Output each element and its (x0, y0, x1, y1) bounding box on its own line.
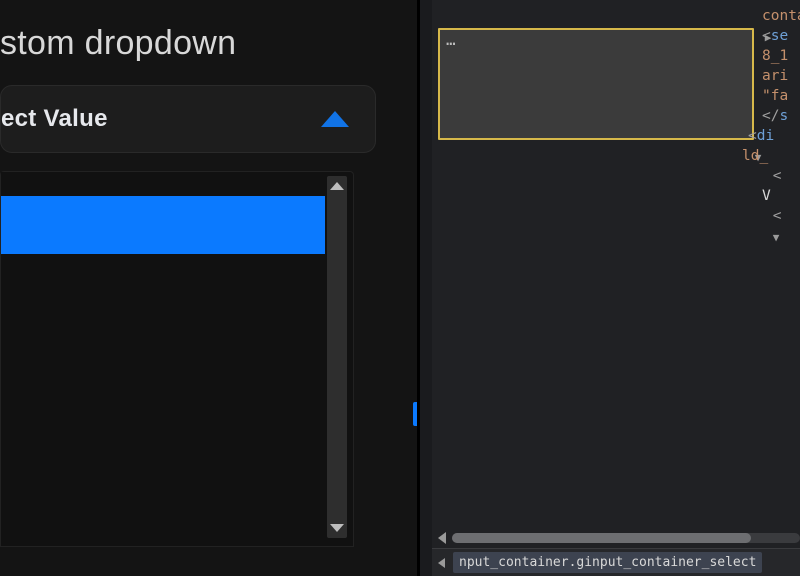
code-token: conta (762, 8, 800, 24)
code-token: 8_1 (762, 48, 788, 64)
devtools-gutter (420, 0, 432, 576)
devtools-pane: … conta <se 8_1 ari "fa </s <di ld_ < V … (420, 0, 800, 576)
scroll-up-icon[interactable] (330, 182, 344, 190)
preview-title: stom dropdown (0, 24, 417, 63)
preview-pane: stom dropdown ect Value (0, 0, 420, 576)
dom-tree[interactable]: … conta <se 8_1 ari "fa </s <di ld_ < V … (432, 0, 800, 526)
code-token: "fa (762, 88, 788, 104)
scroll-down-icon[interactable] (330, 524, 344, 532)
scrollbar-horizontal-track[interactable] (452, 533, 800, 543)
dropdown-options-list[interactable] (1, 172, 325, 546)
dropdown-option-selected[interactable] (1, 196, 325, 254)
dropdown-options-panel (0, 171, 354, 547)
scrollbar-horizontal[interactable] (432, 530, 800, 546)
code-token: < (764, 168, 781, 184)
scrollbar-vertical[interactable] (327, 176, 347, 538)
code-token: ari (762, 68, 788, 84)
code-token: < (764, 208, 781, 224)
scroll-left-icon[interactable] (438, 532, 446, 544)
code-token: < (748, 128, 757, 144)
code-token: < (762, 28, 771, 44)
dom-code-column: conta <se 8_1 ari "fa </s <di ld_ < V < (762, 0, 800, 226)
code-token: ld_ (742, 148, 768, 164)
scrollbar-horizontal-thumb[interactable] (452, 533, 751, 543)
dropdown-label: ect Value (1, 105, 108, 133)
code-token: V (762, 188, 771, 204)
code-token: di (757, 128, 774, 144)
pane-resize-handle[interactable] (413, 402, 417, 426)
code-token: </ (762, 108, 779, 124)
dropdown-toggle[interactable]: ect Value (0, 85, 376, 153)
dom-selected-node[interactable] (438, 28, 754, 140)
dom-breadcrumb[interactable]: nput_container.ginput_container_select (432, 548, 800, 576)
code-token: s (779, 108, 788, 124)
chevron-up-icon (321, 111, 349, 127)
breadcrumb-selected[interactable]: nput_container.ginput_container_select (453, 552, 762, 573)
expander-expanded-icon[interactable] (770, 228, 782, 248)
ellipsis-icon[interactable]: … (446, 30, 457, 50)
chevron-left-icon[interactable] (438, 558, 445, 568)
code-token: se (771, 28, 788, 44)
